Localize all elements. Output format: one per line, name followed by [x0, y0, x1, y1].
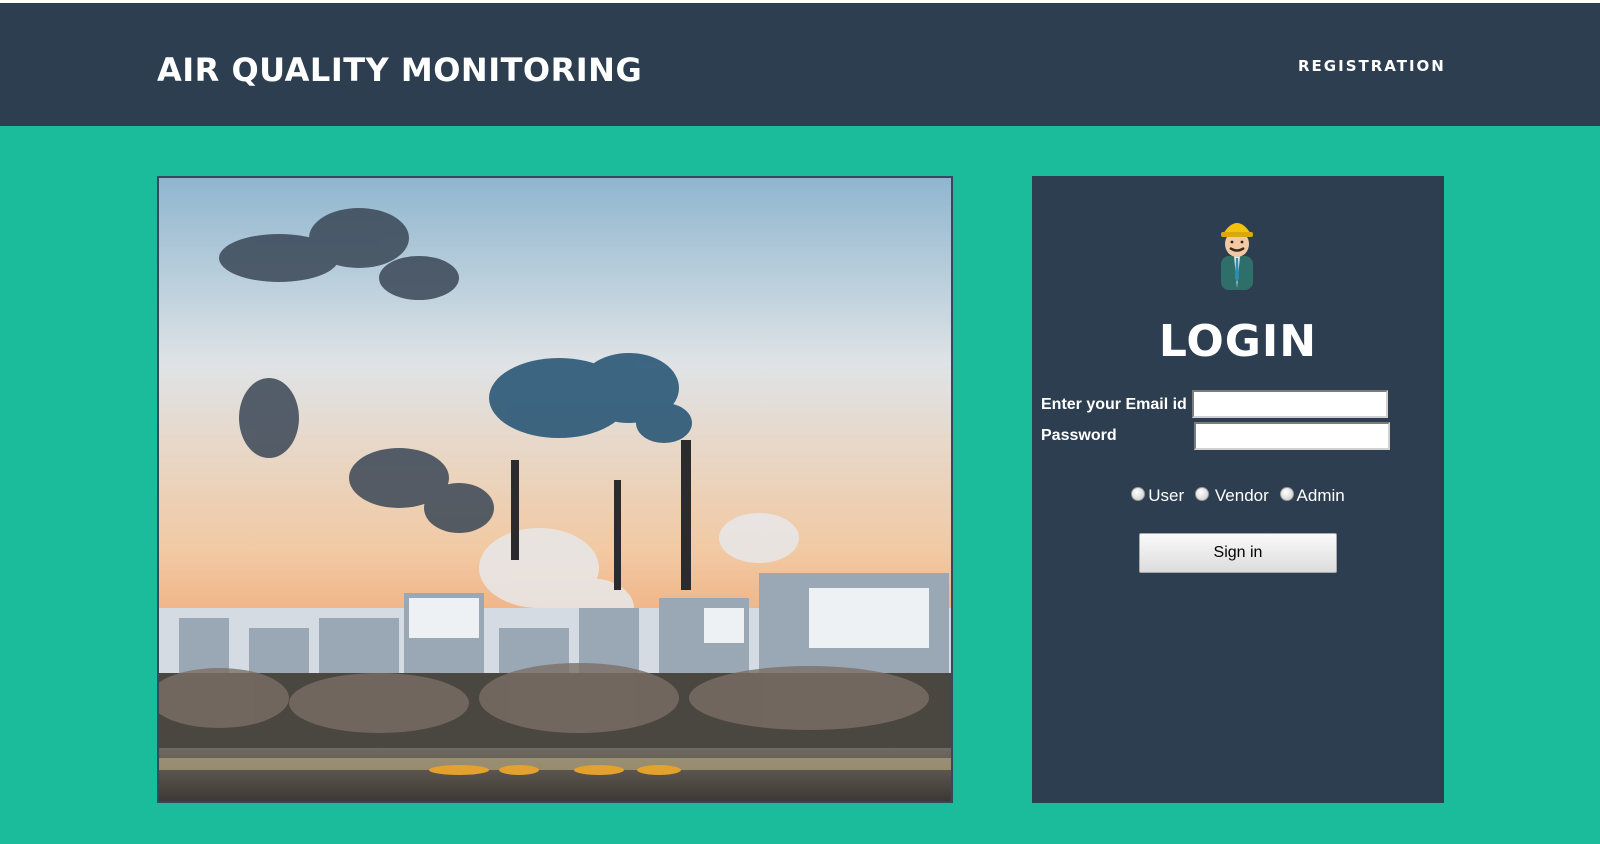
sign-in-button[interactable]: Sign in [1139, 533, 1337, 573]
role-vendor-label: Vendor [1214, 486, 1269, 505]
role-vendor-radio[interactable]: Vendor [1194, 486, 1269, 506]
password-field[interactable] [1194, 422, 1390, 450]
main-content: LOGIN Enter your Email id Password User … [0, 126, 1600, 844]
role-selector: User Vendor Admin [1032, 486, 1444, 508]
radio-icon[interactable] [1279, 487, 1294, 501]
password-label: Password [1041, 427, 1117, 444]
hero-image [157, 176, 953, 803]
role-user-radio[interactable]: User [1131, 486, 1184, 506]
worker-avatar-icon [1215, 212, 1259, 292]
site-header: AIR QUALITY MONITORING REGISTRATION [0, 3, 1600, 126]
email-label: Enter your Email id [1041, 396, 1187, 413]
radio-icon[interactable] [1131, 487, 1146, 501]
industrial-smokestacks-image [159, 178, 951, 801]
role-admin-radio[interactable]: Admin [1279, 486, 1345, 506]
registration-link[interactable]: REGISTRATION [1298, 57, 1446, 75]
login-panel: LOGIN Enter your Email id Password User … [1032, 176, 1444, 803]
email-field[interactable] [1192, 390, 1388, 418]
radio-icon[interactable] [1194, 487, 1209, 501]
role-admin-label: Admin [1296, 486, 1345, 505]
login-title: LOGIN [1158, 316, 1318, 367]
site-title: AIR QUALITY MONITORING [157, 51, 643, 89]
role-user-label: User [1148, 486, 1185, 505]
